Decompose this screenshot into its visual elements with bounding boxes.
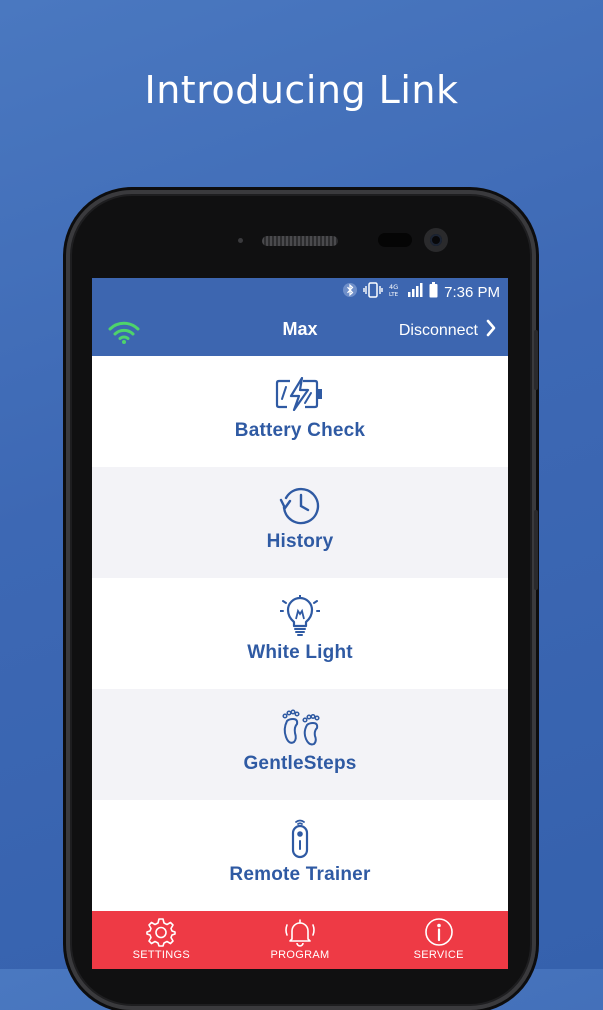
power-button	[534, 510, 538, 590]
svg-text:LTE: LTE	[389, 292, 399, 298]
light-sensor	[378, 233, 412, 247]
volume-button	[534, 330, 538, 390]
app-screen: 4G LTE 7:36 PM Max Disconnect Battery Ch…	[92, 278, 508, 969]
bell-icon	[283, 917, 317, 947]
menu-item-label: History	[266, 531, 334, 552]
battery-icon	[429, 281, 438, 303]
tab-label: PROGRAM	[270, 949, 330, 961]
menu-item-label: Remote Trainer	[229, 864, 371, 885]
proximity-sensor	[238, 238, 243, 243]
headline: Introducing Link	[144, 68, 459, 112]
status-time: 7:36 PM	[444, 283, 500, 301]
disconnect-button[interactable]: Disconnect	[399, 319, 496, 342]
menu-item-label: White Light	[247, 642, 353, 663]
menu-item-white-light[interactable]: White Light	[92, 578, 508, 689]
status-bar: 4G LTE 7:36 PM	[92, 278, 508, 306]
vibrate-icon	[363, 281, 383, 303]
history-clock-icon	[279, 485, 321, 525]
bottom-nav: SETTINGS PROGRAM SERVICE	[92, 911, 508, 969]
menu-item-battery-check[interactable]: Battery Check	[92, 356, 508, 467]
bluetooth-icon	[343, 282, 358, 303]
menu-item-label: GentleSteps	[243, 753, 357, 774]
menu-item-label: Battery Check	[234, 420, 366, 441]
menu-item-gentlesteps[interactable]: GentleSteps	[92, 689, 508, 800]
tab-label: SETTINGS	[132, 949, 191, 961]
earpiece-speaker	[262, 236, 338, 246]
front-camera	[424, 228, 448, 252]
footprints-icon	[280, 707, 320, 747]
tab-service[interactable]: SERVICE	[369, 911, 508, 969]
light-bulb-icon	[280, 595, 320, 636]
4g-lte-icon: 4G LTE	[389, 282, 401, 303]
disconnect-label: Disconnect	[398, 321, 478, 339]
remote-icon	[288, 818, 312, 859]
tab-label: SERVICE	[413, 949, 464, 961]
signal-icon	[407, 282, 423, 303]
menu-item-remote-trainer[interactable]: Remote Trainer	[92, 800, 508, 911]
svg-text:4G: 4G	[389, 283, 398, 291]
gear-icon	[146, 917, 177, 947]
menu-item-history[interactable]: History	[92, 467, 508, 578]
tab-settings[interactable]: SETTINGS	[92, 911, 231, 969]
tab-program[interactable]: PROGRAM	[231, 911, 370, 969]
chevron-right-icon	[486, 319, 496, 342]
app-bar: Max Disconnect	[92, 306, 508, 356]
info-icon	[424, 917, 454, 947]
battery-bolt-icon	[275, 374, 325, 414]
